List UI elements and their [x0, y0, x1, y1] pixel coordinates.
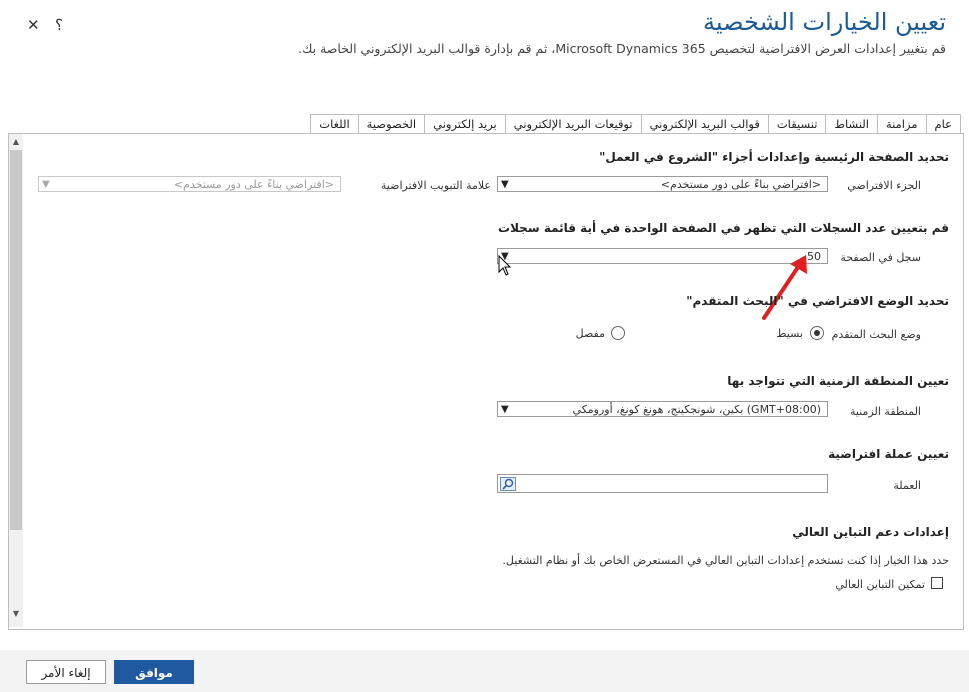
scroll-down-icon[interactable]: ▼ [9, 609, 23, 618]
advanced-find-simple-label: بسيط [776, 327, 803, 340]
tab-synchronization[interactable]: مزامنة [878, 114, 927, 134]
ok-button[interactable]: موافق [114, 660, 194, 684]
page-title: تعيين الخيارات الشخصية [703, 8, 946, 36]
scrollbar-thumb[interactable] [10, 150, 22, 530]
tab-email-templates[interactable]: قوالب البريد الإلكتروني [641, 114, 769, 134]
page-subtitle: قم بتغيير إعدادات العرض الافتراضية لتخصي… [298, 41, 946, 56]
tab-privacy[interactable]: الخصوصية [358, 114, 426, 134]
default-pane-label: الجزء الافتراضي [847, 179, 921, 192]
currency-heading: تعيين عملة افتراضية [828, 447, 949, 461]
options-tabs: عام مزامنة النشاط تنسيقات قوالب البريد ا… [310, 114, 961, 134]
currency-lookup-input[interactable] [497, 474, 828, 493]
help-icon[interactable]: ؟ [55, 16, 63, 34]
advanced-find-detailed-radio[interactable] [611, 326, 625, 340]
default-tab-label: علامة التبويب الافتراضية [380, 179, 491, 192]
tab-general[interactable]: عام [926, 114, 961, 134]
timezone-value: (GMT+08:00) بكين، شونجكينج، هونغ كونغ، أ… [572, 403, 821, 416]
records-heading: قم بتعيين عدد السجلات التي تظهر في الصفح… [498, 221, 949, 235]
high-contrast-heading: إعدادات دعم التباين العالي [792, 525, 949, 539]
tab-languages[interactable]: اللغات [310, 114, 359, 134]
high-contrast-checkbox-label: تمكين التباين العالي [835, 578, 925, 591]
chevron-down-icon: ▼ [501, 179, 509, 190]
default-pane-value: <افتراضي بناءً على دور مستخدم> [660, 178, 821, 191]
cancel-button[interactable]: إلغاء الأمر [26, 660, 106, 684]
advanced-find-simple-radio[interactable] [810, 326, 824, 340]
records-per-page-label: سجل في الصفحة [840, 251, 921, 264]
advanced-find-heading: تحديد الوضع الافتراضي في "البحث المتقدم" [686, 294, 949, 308]
close-icon[interactable]: ✕ [27, 16, 40, 34]
default-tab-value: <افتراضي بناءً على دور مستخدم> [173, 178, 334, 191]
tab-email[interactable]: بريد إلكتروني [425, 114, 506, 134]
high-contrast-description: حدد هذا الخيار إذا كنت تستخدم إعدادات ال… [502, 554, 949, 567]
timezone-label: المنطقة الزمنية [850, 405, 921, 418]
tab-email-signatures[interactable]: توقيعات البريد الإلكتروني [505, 114, 642, 134]
advanced-find-detailed-label: مفصل [575, 327, 605, 340]
chevron-down-icon: ▼ [501, 404, 509, 415]
home-settings-heading: تحديد الصفحة الرئيسية وإعدادات أجزاء "ال… [599, 150, 949, 164]
high-contrast-checkbox[interactable] [931, 577, 943, 589]
tab-activities[interactable]: النشاط [826, 114, 878, 134]
mouse-cursor-icon [498, 255, 512, 276]
annotation-arrow-icon [762, 255, 807, 320]
currency-label: العملة [893, 479, 921, 492]
default-tab-select[interactable]: <افتراضي بناءً على دور مستخدم> ▼ [38, 176, 341, 192]
tab-formats[interactable]: تنسيقات [768, 114, 827, 134]
scroll-up-icon[interactable]: ▲ [9, 137, 23, 146]
timezone-select[interactable]: (GMT+08:00) بكين، شونجكينج، هونغ كونغ، أ… [497, 401, 828, 417]
timezone-heading: تعيين المنطقة الزمنية التي تتواجد بها [727, 374, 949, 388]
advanced-find-mode-label: وضع البحث المتقدم [831, 328, 921, 341]
chevron-down-icon: ▼ [42, 179, 50, 190]
lookup-search-icon[interactable] [500, 477, 516, 491]
default-pane-select[interactable]: <افتراضي بناءً على دور مستخدم> ▼ [497, 176, 828, 192]
